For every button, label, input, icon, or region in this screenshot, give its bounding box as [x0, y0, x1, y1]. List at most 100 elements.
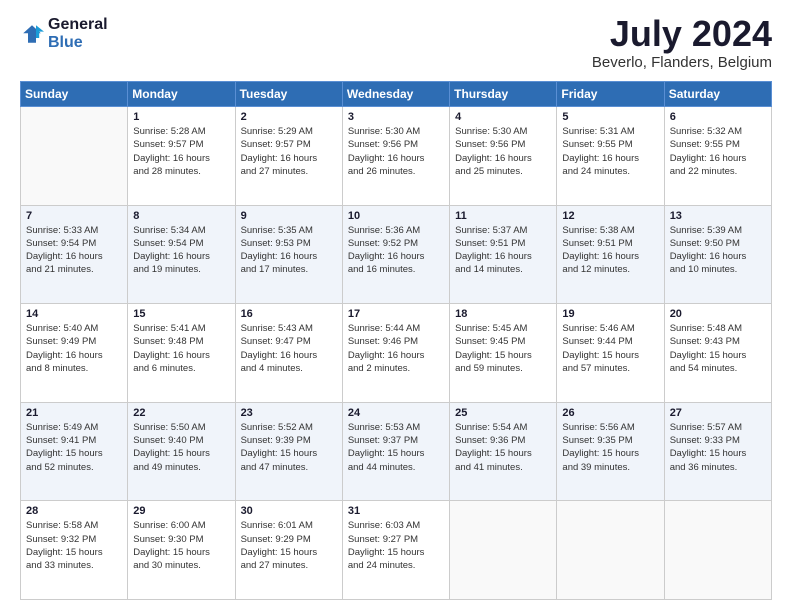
day-info: Sunrise: 5:44 AM Sunset: 9:46 PM Dayligh…	[348, 322, 444, 375]
logo-text-line2: Blue	[48, 34, 108, 52]
day-number: 1	[133, 111, 229, 123]
day-number: 7	[26, 210, 122, 222]
col-friday: Friday	[557, 82, 664, 107]
title-area: July 2024 Beverlo, Flanders, Belgium	[592, 16, 772, 71]
day-info: Sunrise: 5:58 AM Sunset: 9:32 PM Dayligh…	[26, 519, 122, 572]
calendar-cell	[557, 501, 664, 600]
calendar-cell: 9 Sunrise: 5:35 AM Sunset: 9:53 PM Daylig…	[235, 205, 342, 304]
logo-text-line1: General	[48, 16, 108, 34]
day-info: Sunrise: 5:31 AM Sunset: 9:55 PM Dayligh…	[562, 125, 658, 178]
calendar-cell: 19 Sunrise: 5:46 AM Sunset: 9:44 PM Dayli…	[557, 304, 664, 403]
day-info: Sunrise: 5:32 AM Sunset: 9:55 PM Dayligh…	[670, 125, 766, 178]
day-number: 21	[26, 407, 122, 419]
day-number: 9	[241, 210, 337, 222]
day-number: 24	[348, 407, 444, 419]
calendar-cell: 1 Sunrise: 5:28 AM Sunset: 9:57 PM Daylig…	[128, 107, 235, 206]
day-info: Sunrise: 5:52 AM Sunset: 9:39 PM Dayligh…	[241, 421, 337, 474]
page: General Blue July 2024 Beverlo, Flanders…	[0, 0, 792, 612]
calendar-cell: 21Sunrise: 5:49 AM Sunset: 9:41 PM Dayli…	[21, 402, 128, 501]
day-info: Sunrise: 5:28 AM Sunset: 9:57 PM Dayligh…	[133, 125, 229, 178]
day-number: 10	[348, 210, 444, 222]
calendar-cell: 29Sunrise: 6:00 AM Sunset: 9:30 PM Dayli…	[128, 501, 235, 600]
calendar-cell: 20Sunrise: 5:48 AM Sunset: 9:43 PM Dayli…	[664, 304, 771, 403]
day-number: 5	[562, 111, 658, 123]
day-info: Sunrise: 5:46 AM Sunset: 9:44 PM Dayligh…	[562, 322, 658, 375]
day-info: Sunrise: 5:35 AM Sunset: 9:53 PM Dayligh…	[241, 224, 337, 277]
day-number: 14	[26, 308, 122, 320]
calendar-cell: 16Sunrise: 5:43 AM Sunset: 9:47 PM Dayli…	[235, 304, 342, 403]
header: General Blue July 2024 Beverlo, Flanders…	[20, 16, 772, 71]
calendar-cell: 31 Sunrise: 6:03 AM Sunset: 9:27 PM Dayli…	[342, 501, 449, 600]
day-number: 22	[133, 407, 229, 419]
day-number: 3	[348, 111, 444, 123]
day-number: 31	[348, 505, 444, 517]
calendar-cell: 24 Sunrise: 5:53 AM Sunset: 9:37 PM Dayli…	[342, 402, 449, 501]
day-info: Sunrise: 5:53 AM Sunset: 9:37 PM Dayligh…	[348, 421, 444, 474]
day-info: Sunrise: 5:34 AM Sunset: 9:54 PM Dayligh…	[133, 224, 229, 277]
day-number: 25	[455, 407, 551, 419]
day-number: 23	[241, 407, 337, 419]
calendar-cell: 13Sunrise: 5:39 AM Sunset: 9:50 PM Dayli…	[664, 205, 771, 304]
day-number: 4	[455, 111, 551, 123]
day-info: Sunrise: 5:29 AM Sunset: 9:57 PM Dayligh…	[241, 125, 337, 178]
day-number: 12	[562, 210, 658, 222]
day-number: 6	[670, 111, 766, 123]
day-number: 30	[241, 505, 337, 517]
day-info: Sunrise: 5:54 AM Sunset: 9:36 PM Dayligh…	[455, 421, 551, 474]
day-info: Sunrise: 5:37 AM Sunset: 9:51 PM Dayligh…	[455, 224, 551, 277]
day-info: Sunrise: 5:56 AM Sunset: 9:35 PM Dayligh…	[562, 421, 658, 474]
day-number: 20	[670, 308, 766, 320]
calendar-cell: 30 Sunrise: 6:01 AM Sunset: 9:29 PM Dayli…	[235, 501, 342, 600]
calendar-cell	[450, 501, 557, 600]
day-info: Sunrise: 5:45 AM Sunset: 9:45 PM Dayligh…	[455, 322, 551, 375]
calendar-cell: 18Sunrise: 5:45 AM Sunset: 9:45 PM Dayli…	[450, 304, 557, 403]
calendar-cell: 6 Sunrise: 5:32 AM Sunset: 9:55 PM Daylig…	[664, 107, 771, 206]
calendar-cell: 23 Sunrise: 5:52 AM Sunset: 9:39 PM Dayli…	[235, 402, 342, 501]
day-number: 26	[562, 407, 658, 419]
day-info: Sunrise: 5:50 AM Sunset: 9:40 PM Dayligh…	[133, 421, 229, 474]
calendar-cell: 27 Sunrise: 5:57 AM Sunset: 9:33 PM Dayli…	[664, 402, 771, 501]
calendar-cell: 14 Sunrise: 5:40 AM Sunset: 9:49 PM Dayli…	[21, 304, 128, 403]
day-info: Sunrise: 5:33 AM Sunset: 9:54 PM Dayligh…	[26, 224, 122, 277]
location: Beverlo, Flanders, Belgium	[592, 54, 772, 71]
month-title: July 2024	[592, 16, 772, 52]
day-number: 11	[455, 210, 551, 222]
day-info: Sunrise: 5:30 AM Sunset: 9:56 PM Dayligh…	[348, 125, 444, 178]
day-info: Sunrise: 5:40 AM Sunset: 9:49 PM Dayligh…	[26, 322, 122, 375]
calendar-cell	[21, 107, 128, 206]
logo-icon	[20, 22, 44, 46]
calendar-cell: 11 Sunrise: 5:37 AM Sunset: 9:51 PM Dayli…	[450, 205, 557, 304]
col-wednesday: Wednesday	[342, 82, 449, 107]
day-number: 2	[241, 111, 337, 123]
calendar-cell: 8Sunrise: 5:34 AM Sunset: 9:54 PM Daylig…	[128, 205, 235, 304]
calendar-cell: 3 Sunrise: 5:30 AM Sunset: 9:56 PM Daylig…	[342, 107, 449, 206]
logo: General Blue	[20, 16, 108, 53]
calendar-cell: 10 Sunrise: 5:36 AM Sunset: 9:52 PM Dayli…	[342, 205, 449, 304]
calendar-cell	[664, 501, 771, 600]
calendar-cell: 28Sunrise: 5:58 AM Sunset: 9:32 PM Dayli…	[21, 501, 128, 600]
day-number: 27	[670, 407, 766, 419]
calendar-cell: 26 Sunrise: 5:56 AM Sunset: 9:35 PM Dayli…	[557, 402, 664, 501]
day-info: Sunrise: 5:57 AM Sunset: 9:33 PM Dayligh…	[670, 421, 766, 474]
calendar-cell: 17 Sunrise: 5:44 AM Sunset: 9:46 PM Dayli…	[342, 304, 449, 403]
day-info: Sunrise: 5:39 AM Sunset: 9:50 PM Dayligh…	[670, 224, 766, 277]
calendar-cell: 15Sunrise: 5:41 AM Sunset: 9:48 PM Dayli…	[128, 304, 235, 403]
col-monday: Monday	[128, 82, 235, 107]
day-info: Sunrise: 5:36 AM Sunset: 9:52 PM Dayligh…	[348, 224, 444, 277]
col-sunday: Sunday	[21, 82, 128, 107]
calendar-cell: 12 Sunrise: 5:38 AM Sunset: 9:51 PM Dayli…	[557, 205, 664, 304]
calendar-cell: 4 Sunrise: 5:30 AM Sunset: 9:56 PM Daylig…	[450, 107, 557, 206]
day-info: Sunrise: 5:43 AM Sunset: 9:47 PM Dayligh…	[241, 322, 337, 375]
calendar-cell: 2 Sunrise: 5:29 AM Sunset: 9:57 PM Daylig…	[235, 107, 342, 206]
calendar-header-row: Sunday Monday Tuesday Wednesday Thursday…	[21, 82, 772, 107]
calendar-cell: 5 Sunrise: 5:31 AM Sunset: 9:55 PM Daylig…	[557, 107, 664, 206]
col-tuesday: Tuesday	[235, 82, 342, 107]
day-info: Sunrise: 5:38 AM Sunset: 9:51 PM Dayligh…	[562, 224, 658, 277]
col-saturday: Saturday	[664, 82, 771, 107]
day-number: 17	[348, 308, 444, 320]
day-info: Sunrise: 6:03 AM Sunset: 9:27 PM Dayligh…	[348, 519, 444, 572]
day-info: Sunrise: 5:30 AM Sunset: 9:56 PM Dayligh…	[455, 125, 551, 178]
calendar-cell: 22 Sunrise: 5:50 AM Sunset: 9:40 PM Dayli…	[128, 402, 235, 501]
day-number: 19	[562, 308, 658, 320]
day-info: Sunrise: 6:01 AM Sunset: 9:29 PM Dayligh…	[241, 519, 337, 572]
